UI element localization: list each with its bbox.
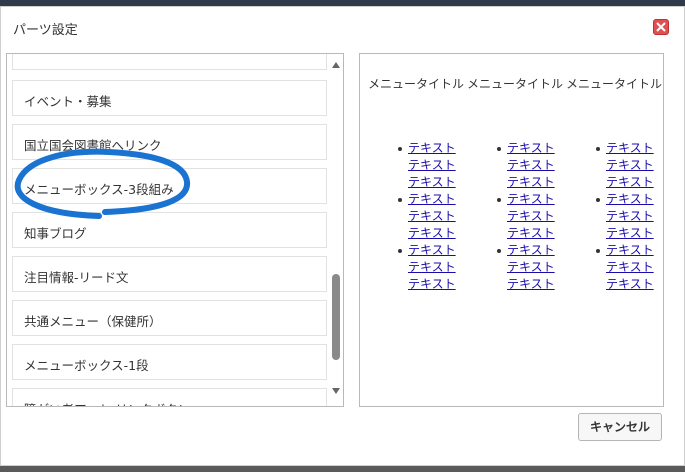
text-link[interactable]: テキスト — [507, 191, 555, 208]
text-link[interactable]: テキスト — [507, 276, 555, 293]
text-link[interactable]: テキスト — [606, 157, 654, 174]
menu-title: メニュータイトル — [566, 77, 663, 91]
preview-column: メニュータイトル テキスト テキスト テキスト テキスト テキスト テキスト テ… — [566, 76, 663, 291]
list-item-label: 共通メニュー（保健所） — [24, 314, 162, 329]
list-item[interactable]: イベント・募集 — [12, 80, 327, 116]
dialog-title: パーツ設定 — [13, 23, 78, 38]
text-link[interactable]: テキスト — [606, 225, 654, 242]
arrow-up-icon[interactable] — [332, 62, 340, 68]
text-link[interactable]: テキスト — [507, 225, 555, 242]
text-link[interactable]: テキスト — [606, 191, 654, 208]
text-link[interactable]: テキスト — [606, 259, 654, 276]
list-item-label: 注目情報-リード文 — [24, 270, 129, 285]
background-page-strip — [0, 466, 685, 472]
text-link[interactable]: テキスト — [606, 208, 654, 225]
text-link[interactable]: テキスト — [507, 174, 555, 191]
menu-title: メニュータイトル — [368, 77, 465, 91]
list-item: テキスト テキスト テキスト — [596, 191, 654, 242]
list-item[interactable]: 共通メニュー（保健所） — [12, 300, 327, 336]
text-link[interactable]: テキスト — [408, 242, 456, 259]
list-item-label: 知事ブログ — [24, 226, 87, 241]
list-item[interactable]: メニューボックス-1段 — [12, 344, 327, 380]
text-link[interactable]: テキスト — [408, 276, 456, 293]
text-link[interactable]: テキスト — [507, 242, 555, 259]
close-icon — [656, 22, 666, 32]
scrollbar[interactable] — [329, 54, 343, 406]
cancel-button[interactable]: キャンセル — [578, 413, 662, 441]
list-item-label: イベント・募集 — [24, 94, 112, 109]
list-item: テキスト テキスト テキスト — [497, 140, 555, 191]
text-link[interactable]: テキスト — [507, 140, 555, 157]
list-item: テキスト テキスト テキスト — [596, 242, 654, 293]
highlight-circle-annotation — [14, 148, 191, 219]
text-link[interactable]: テキスト — [408, 225, 456, 242]
list-item[interactable]: 注目情報-リード文 — [12, 256, 327, 292]
list-item: テキスト テキスト テキスト — [596, 140, 654, 191]
list-item: テキスト テキスト テキスト — [497, 242, 555, 293]
text-link[interactable]: テキスト — [606, 276, 654, 293]
text-link[interactable]: テキスト — [408, 157, 456, 174]
text-link[interactable]: テキスト — [606, 174, 654, 191]
list-item[interactable] — [12, 54, 327, 70]
preview-panel: メニュータイトル テキスト テキスト テキスト テキスト テキスト テキスト テ… — [359, 53, 664, 407]
menu-title: メニュータイトル — [467, 77, 564, 91]
preview-column: メニュータイトル テキスト テキスト テキスト テキスト テキスト テキスト テ… — [368, 76, 465, 291]
text-link[interactable]: テキスト — [507, 208, 555, 225]
text-link[interactable]: テキスト — [606, 140, 654, 157]
text-link[interactable]: テキスト — [408, 140, 456, 157]
list-item: テキスト テキスト テキスト — [398, 242, 456, 293]
text-link[interactable]: テキスト — [507, 259, 555, 276]
list-item: テキスト テキスト テキスト — [497, 191, 555, 242]
list-item-label: 障がい者アート-リンクボタン — [24, 399, 190, 406]
arrow-down-icon[interactable] — [332, 388, 340, 394]
text-link[interactable]: テキスト — [408, 191, 456, 208]
preview-column: メニュータイトル テキスト テキスト テキスト テキスト テキスト テキスト テ… — [467, 76, 564, 291]
list-item: テキスト テキスト テキスト — [398, 140, 456, 191]
parts-list[interactable]: イベント・募集 国立国会図書館へリンク メニューボックス-3段組み 知事ブログ … — [6, 53, 344, 407]
list-item[interactable]: 障がい者アート-リンクボタン — [12, 388, 327, 406]
list-item: テキスト テキスト テキスト — [398, 191, 456, 242]
text-link[interactable]: テキスト — [507, 157, 555, 174]
text-link[interactable]: テキスト — [408, 208, 456, 225]
close-button[interactable] — [653, 19, 669, 35]
scrollbar-thumb[interactable] — [332, 274, 340, 360]
parts-settings-dialog: パーツ設定 イベント・募集 国立国会図書館へリンク メニューボックス-3段組み … — [0, 6, 685, 466]
text-link[interactable]: テキスト — [408, 174, 456, 191]
text-link[interactable]: テキスト — [408, 259, 456, 276]
list-item-label: メニューボックス-1段 — [24, 358, 149, 373]
text-link[interactable]: テキスト — [606, 242, 654, 259]
